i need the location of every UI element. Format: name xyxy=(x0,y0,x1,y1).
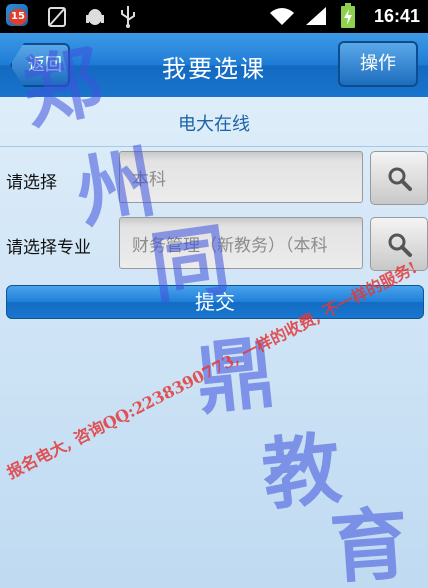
level-label: 请选择 xyxy=(6,173,57,193)
watermark-char: 育 xyxy=(327,498,412,588)
notification-count-badge: 15 xyxy=(9,9,27,25)
usb-icon xyxy=(121,6,135,28)
divider xyxy=(0,146,428,147)
battery-charging-icon xyxy=(341,3,355,28)
level-search-button[interactable] xyxy=(370,151,428,205)
operation-button[interactable]: 操作 xyxy=(338,41,418,87)
watermark-char: 同 xyxy=(144,213,235,315)
status-time: 16:41 xyxy=(373,6,420,26)
major-label: 请选择专业 xyxy=(6,238,91,258)
signal-icon xyxy=(306,7,326,25)
wifi-icon xyxy=(270,8,294,25)
search-icon xyxy=(388,167,412,191)
